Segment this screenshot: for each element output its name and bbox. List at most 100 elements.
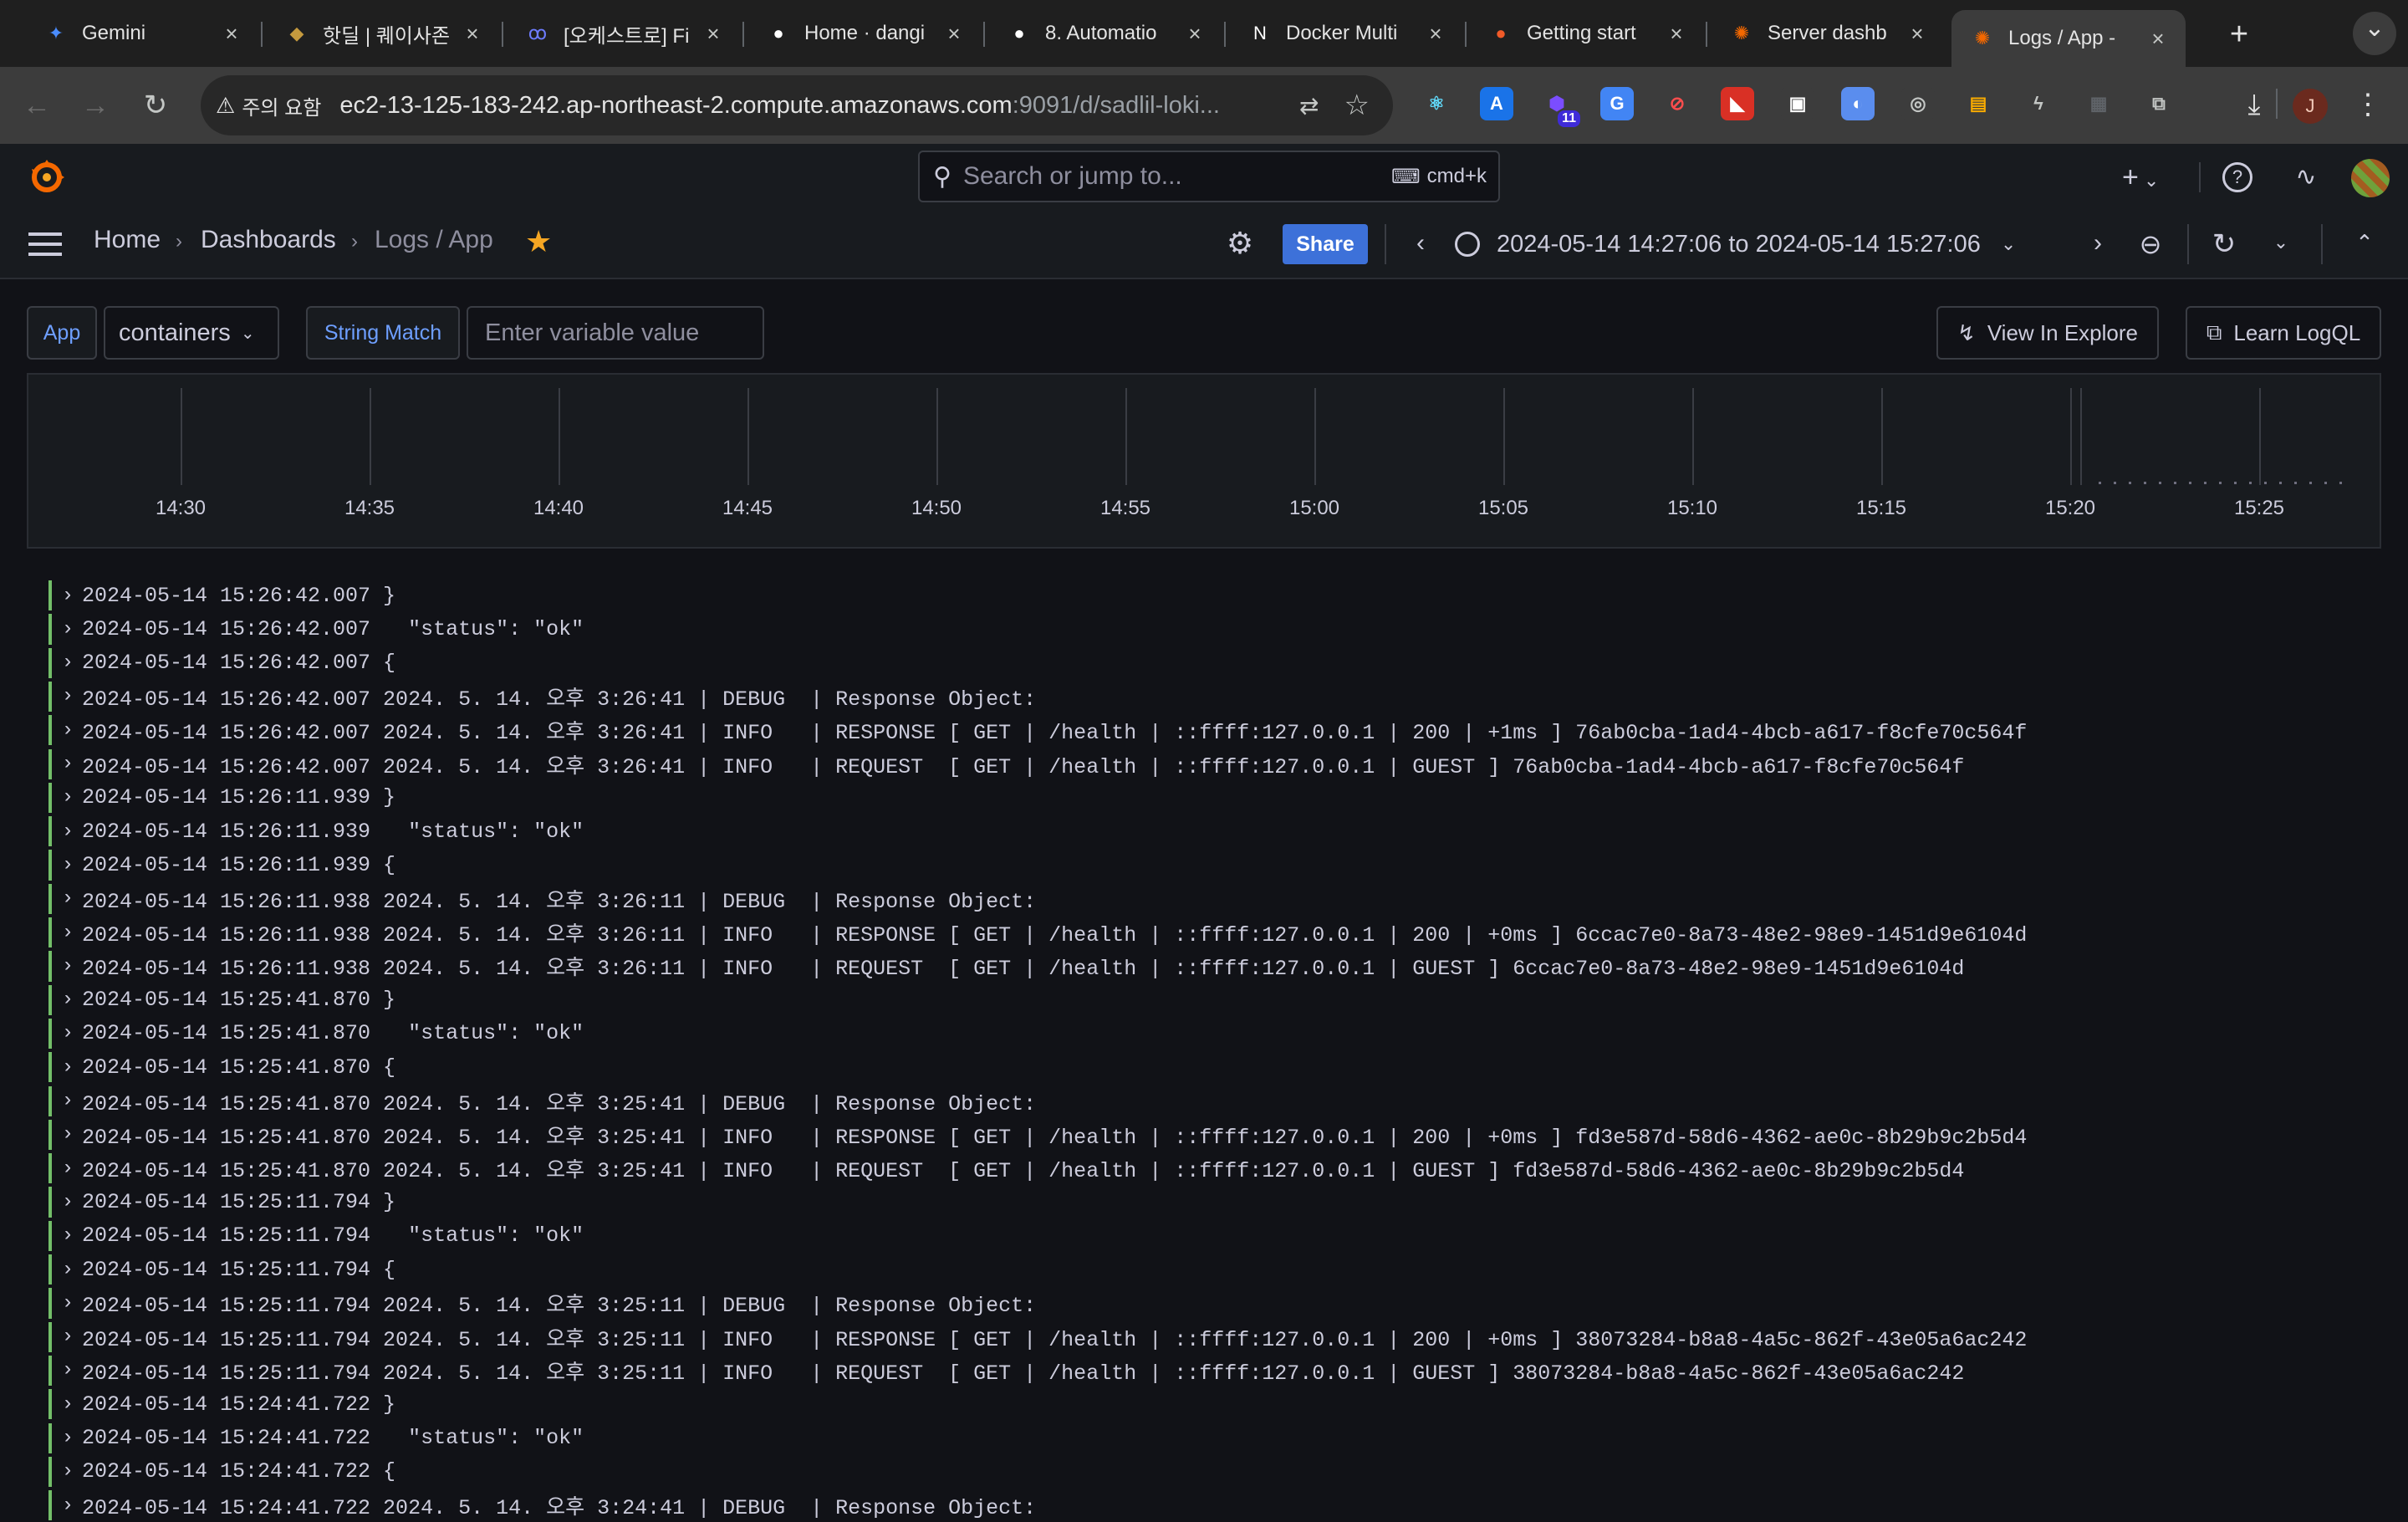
- expand-chevron-icon[interactable]: ›: [54, 618, 82, 641]
- log-row[interactable]: › 2024-05-14 15:26:11.939 "status": "ok": [54, 815, 584, 848]
- browser-tab[interactable]: ✺ Logs / App - ×: [1951, 10, 2186, 67]
- browser-tab[interactable]: ● Home · dangi ×: [747, 12, 982, 55]
- gray-extension-icon[interactable]: ▦: [2082, 87, 2115, 120]
- time-picker[interactable]: 2024-05-14 14:27:06 to 2024-05-14 15:27:…: [1455, 224, 2065, 264]
- log-row[interactable]: › 2024-05-14 15:26:42.007 2024. 5. 14. 오후…: [54, 713, 2028, 747]
- tab-search-button[interactable]: ⌄: [2353, 12, 2396, 55]
- expand-chevron-icon[interactable]: ›: [54, 1090, 82, 1112]
- add-new-button[interactable]: + ⌄: [2122, 159, 2182, 196]
- star-icon[interactable]: ★: [525, 224, 552, 259]
- reload-icon[interactable]: ↻: [134, 84, 177, 127]
- log-row[interactable]: › 2024-05-14 15:25:11.794 2024. 5. 14. 오후…: [54, 1320, 2028, 1354]
- a-extension-icon[interactable]: A: [1480, 87, 1513, 120]
- log-row[interactable]: › 2024-05-14 15:25:41.870 2024. 5. 14. 오후…: [54, 1118, 2028, 1152]
- log-row[interactable]: › 2024-05-14 15:25:41.870 {: [54, 1050, 395, 1084]
- profile-avatar[interactable]: J: [2293, 89, 2328, 124]
- expand-chevron-icon[interactable]: ›: [54, 1427, 82, 1449]
- red-extension-icon[interactable]: ◣: [1721, 87, 1754, 120]
- browser-tab[interactable]: ● 8. Automatio ×: [988, 12, 1222, 55]
- expand-chevron-icon[interactable]: ›: [54, 753, 82, 775]
- dashboard-settings-icon[interactable]: ⚙: [1222, 226, 1258, 261]
- expand-chevron-icon[interactable]: ›: [54, 955, 82, 978]
- downloads-icon[interactable]: ⤓: [2232, 84, 2276, 127]
- browser-tab[interactable]: ● Getting start ×: [1470, 12, 1704, 55]
- window-extension-icon[interactable]: ▣: [1781, 87, 1814, 120]
- browser-tab[interactable]: ✦ Gemini ×: [25, 12, 259, 55]
- bolt-extension-icon[interactable]: ϟ: [2022, 87, 2055, 120]
- expand-chevron-icon[interactable]: ›: [54, 1191, 82, 1213]
- time-shift-forward-icon[interactable]: ›: [2085, 226, 2110, 263]
- refresh-interval-dropdown-icon[interactable]: ⌄: [2264, 226, 2298, 263]
- log-row[interactable]: › 2024-05-14 15:25:11.794 {: [54, 1253, 395, 1286]
- log-row[interactable]: › 2024-05-14 15:25:11.794 }: [54, 1185, 395, 1218]
- close-icon[interactable]: ×: [219, 21, 244, 47]
- user-avatar[interactable]: [2351, 159, 2390, 197]
- hexagon-extension-icon[interactable]: ⬢ 11: [1540, 87, 1580, 127]
- close-icon[interactable]: ×: [460, 21, 485, 47]
- log-row[interactable]: › 2024-05-14 15:26:42.007 {: [54, 646, 395, 680]
- help-icon[interactable]: ?: [2222, 162, 2252, 192]
- browser-tab[interactable]: ◆ 핫딜 | 퀘이사존 ×: [266, 12, 500, 55]
- block-extension-icon[interactable]: ⊘: [1661, 87, 1694, 120]
- expand-chevron-icon[interactable]: ›: [54, 685, 82, 707]
- blue-circle-extension-icon[interactable]: ◐: [1841, 87, 1875, 120]
- url-text[interactable]: ec2-13-125-183-242.ap-northeast-2.comput…: [339, 92, 1220, 120]
- expand-chevron-icon[interactable]: ›: [54, 988, 82, 1011]
- expand-chevron-icon[interactable]: ›: [54, 651, 82, 674]
- translate-extension-icon[interactable]: G: [1600, 87, 1634, 120]
- search-bar[interactable]: ⚲ Search or jump to... ⌨ cmd+k: [918, 151, 1500, 202]
- breadcrumb-dashboards[interactable]: Dashboards: [201, 226, 336, 254]
- string-match-input[interactable]: Enter variable value: [467, 306, 764, 360]
- expand-chevron-icon[interactable]: ›: [54, 1393, 82, 1416]
- log-row[interactable]: › 2024-05-14 15:26:11.939 {: [54, 848, 395, 881]
- close-icon[interactable]: ×: [1664, 21, 1689, 47]
- expand-chevron-icon[interactable]: ›: [54, 1460, 82, 1483]
- back-icon[interactable]: ←: [15, 84, 59, 127]
- expand-chevron-icon[interactable]: ›: [54, 887, 82, 910]
- log-row[interactable]: › 2024-05-14 15:26:11.938 2024. 5. 14. 오후…: [54, 916, 2028, 949]
- log-row[interactable]: › 2024-05-14 15:25:11.794 2024. 5. 14. 오후…: [54, 1286, 1036, 1320]
- menu-icon[interactable]: [28, 231, 62, 256]
- expand-chevron-icon[interactable]: ›: [54, 1325, 82, 1348]
- forward-icon[interactable]: →: [74, 84, 117, 127]
- close-icon[interactable]: ×: [1423, 21, 1448, 47]
- log-row[interactable]: › 2024-05-14 15:25:11.794 "status": "ok": [54, 1219, 584, 1253]
- log-row[interactable]: › 2024-05-14 15:26:11.939 }: [54, 781, 395, 815]
- not-secure-chip[interactable]: ⚠ 주의 요함: [216, 91, 321, 120]
- expand-chevron-icon[interactable]: ›: [54, 1056, 82, 1079]
- close-icon[interactable]: ×: [1182, 21, 1207, 47]
- log-row[interactable]: › 2024-05-14 15:25:41.870 "status": "ok": [54, 1017, 584, 1050]
- expand-chevron-icon[interactable]: ›: [54, 1259, 82, 1281]
- expand-chevron-icon[interactable]: ›: [54, 1022, 82, 1044]
- close-icon[interactable]: ×: [941, 21, 967, 47]
- close-icon[interactable]: ×: [1905, 21, 1930, 47]
- view-in-explore-button[interactable]: ↯ View In Explore: [1936, 306, 2159, 360]
- address-bar[interactable]: ⚠ 주의 요함 ec2-13-125-183-242.ap-northeast-…: [201, 75, 1393, 135]
- close-icon[interactable]: ×: [701, 21, 726, 47]
- grafana-logo-icon[interactable]: [27, 157, 67, 197]
- expand-chevron-icon[interactable]: ›: [54, 1157, 82, 1180]
- log-row[interactable]: › 2024-05-14 15:26:42.007 2024. 5. 14. 오후…: [54, 748, 1965, 781]
- zoom-out-icon[interactable]: ⊖: [2134, 227, 2167, 261]
- expand-chevron-icon[interactable]: ›: [54, 1292, 82, 1315]
- expand-chevron-icon[interactable]: ›: [54, 786, 82, 809]
- expand-chevron-icon[interactable]: ›: [54, 1494, 82, 1517]
- chrome-menu-icon[interactable]: ⋮: [2351, 84, 2385, 127]
- learn-logql-button[interactable]: ⧉ Learn LogQL: [2186, 306, 2381, 360]
- breadcrumb-home[interactable]: Home: [94, 226, 161, 254]
- log-row[interactable]: › 2024-05-14 15:24:41.722 2024. 5. 14. 오후…: [54, 1489, 1036, 1522]
- log-row[interactable]: › 2024-05-14 15:26:11.938 2024. 5. 14. 오후…: [54, 882, 1036, 916]
- expand-chevron-icon[interactable]: ›: [54, 719, 82, 742]
- collapse-icon[interactable]: ⌄: [2348, 227, 2381, 261]
- news-feed-icon[interactable]: ∿: [2289, 159, 2323, 196]
- expand-chevron-icon[interactable]: ›: [54, 820, 82, 843]
- log-row[interactable]: › 2024-05-14 15:25:41.870 2024. 5. 14. 오후…: [54, 1085, 1036, 1118]
- browser-tab[interactable]: N Docker Multi ×: [1229, 12, 1463, 55]
- browser-tab[interactable]: ꝏ [오케스트로] Fi ×: [507, 12, 741, 55]
- log-row[interactable]: › 2024-05-14 15:26:11.938 2024. 5. 14. 오후…: [54, 949, 1965, 983]
- expand-chevron-icon[interactable]: ›: [54, 1224, 82, 1247]
- puzzle-extension-icon[interactable]: ⧉: [2142, 87, 2176, 120]
- time-shift-back-icon[interactable]: ‹: [1408, 226, 1433, 263]
- expand-chevron-icon[interactable]: ›: [54, 585, 82, 607]
- color-extension-icon[interactable]: ▤: [1962, 87, 1995, 120]
